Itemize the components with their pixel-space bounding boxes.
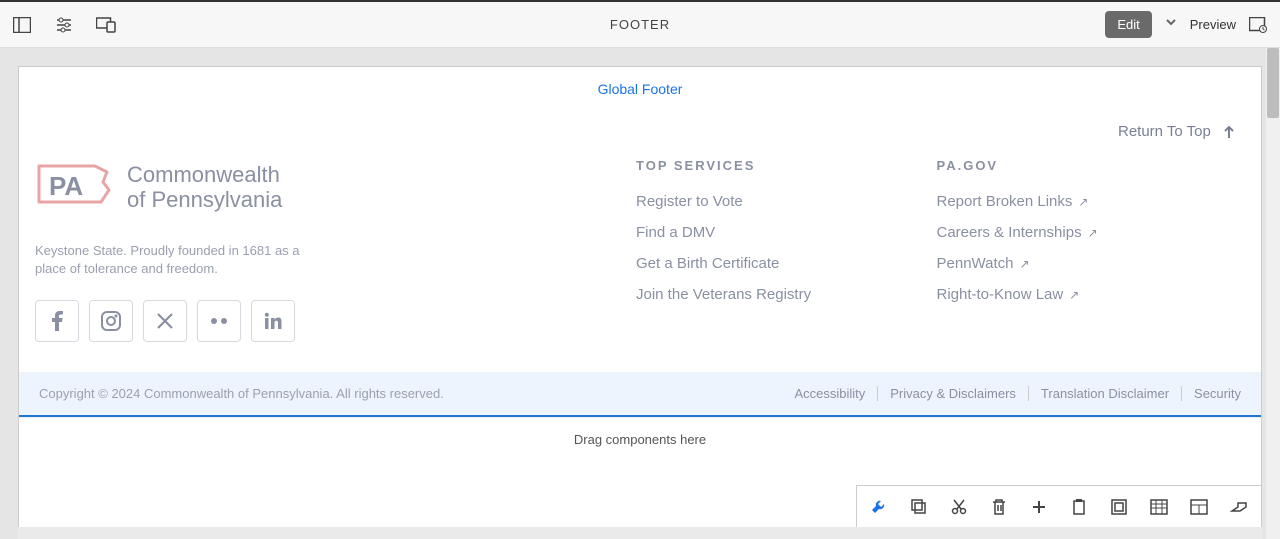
svg-text:PA: PA	[49, 171, 83, 201]
topbar-right: Edit Preview	[1105, 11, 1268, 38]
brand-tagline: Keystone State. Proudly founded in 1681 …	[35, 242, 305, 278]
canvas: Global Footer Return To Top PA Commonwea…	[18, 66, 1262, 539]
scrollbar-thumb[interactable]	[1267, 48, 1279, 118]
pagov-head: PA.GOV	[937, 158, 1238, 173]
link-privacy[interactable]: Privacy & Disclaimers	[877, 386, 1016, 401]
footer-body: PA Commonwealth of Pennsylvania Keystone…	[19, 158, 1261, 372]
brand-title-line2: of Pennsylvania	[127, 187, 282, 212]
return-to-top[interactable]: Return To Top	[19, 123, 1261, 158]
link-rtk-law[interactable]: Right-to-Know Law↗	[937, 286, 1238, 303]
edit-button[interactable]: Edit	[1105, 11, 1151, 38]
link-translation[interactable]: Translation Disclaimer	[1028, 386, 1169, 401]
convert-icon[interactable]	[1221, 492, 1257, 522]
component-toolbar	[856, 485, 1262, 529]
social-links	[35, 300, 636, 342]
page-properties-icon[interactable]	[1248, 15, 1268, 35]
cut-icon[interactable]	[941, 492, 977, 522]
link-careers[interactable]: Careers & Internships↗	[937, 224, 1238, 241]
wrench-icon[interactable]	[861, 492, 897, 522]
brand-title-line1: Commonwealth	[127, 162, 282, 187]
editor-topbar: FOOTER Edit Preview	[0, 0, 1280, 48]
pagov-column: PA.GOV Report Broken Links↗ Careers & In…	[937, 158, 1238, 342]
link-broken-links[interactable]: Report Broken Links↗	[937, 193, 1238, 210]
top-services-head: TOP SERVICES	[636, 158, 937, 173]
return-to-top-label: Return To Top	[1118, 123, 1211, 140]
top-services-column: TOP SERVICES Register to Vote Find a DMV…	[636, 158, 937, 342]
logo-row: PA Commonwealth of Pennsylvania	[35, 158, 636, 216]
external-icon: ↗	[1069, 288, 1079, 302]
paste-icon[interactable]	[1061, 492, 1097, 522]
layout-icon[interactable]	[1181, 492, 1217, 522]
link-register-vote[interactable]: Register to Vote	[636, 193, 937, 210]
page-title: FOOTER	[610, 17, 670, 32]
link-veterans-registry[interactable]: Join the Veterans Registry	[636, 286, 937, 303]
settings-icon[interactable]	[54, 15, 74, 35]
pa-logo-icon: PA	[35, 158, 113, 216]
bottom-links: Accessibility Privacy & Disclaimers Tran…	[782, 386, 1241, 401]
topbar-left	[12, 15, 116, 35]
linkedin-icon[interactable]	[251, 300, 295, 342]
instagram-icon[interactable]	[89, 300, 133, 342]
global-footer-link[interactable]: Global Footer	[19, 67, 1261, 123]
add-icon[interactable]	[1021, 492, 1057, 522]
vertical-scrollbar[interactable]	[1266, 48, 1280, 539]
sidepanel-icon[interactable]	[12, 15, 32, 35]
footer-bottom-bar: Copyright © 2024 Commonwealth of Pennsyl…	[19, 372, 1261, 417]
canvas-wrap: Global Footer Return To Top PA Commonwea…	[0, 48, 1280, 539]
preview-button[interactable]: Preview	[1190, 17, 1236, 32]
devices-icon[interactable]	[96, 15, 116, 35]
copy-icon[interactable]	[901, 492, 937, 522]
chevron-down-icon[interactable]	[1164, 15, 1178, 34]
arrow-up-icon	[1221, 124, 1237, 140]
external-icon: ↗	[1078, 195, 1088, 209]
brand-title: Commonwealth of Pennsylvania	[127, 162, 282, 213]
delete-icon[interactable]	[981, 492, 1017, 522]
horizontal-scrollbar[interactable]	[18, 527, 1262, 539]
facebook-icon[interactable]	[35, 300, 79, 342]
parsys-icon[interactable]	[1141, 492, 1177, 522]
link-birth-certificate[interactable]: Get a Birth Certificate	[636, 255, 937, 272]
link-accessibility[interactable]: Accessibility	[782, 386, 865, 401]
link-security[interactable]: Security	[1181, 386, 1241, 401]
link-find-dmv[interactable]: Find a DMV	[636, 224, 937, 241]
brand-column: PA Commonwealth of Pennsylvania Keystone…	[35, 158, 636, 342]
copyright-text: Copyright © 2024 Commonwealth of Pennsyl…	[39, 386, 444, 401]
flickr-icon[interactable]	[197, 300, 241, 342]
group-icon[interactable]	[1101, 492, 1137, 522]
external-icon: ↗	[1020, 257, 1030, 271]
drag-components-zone[interactable]: Drag components here	[19, 417, 1261, 461]
external-icon: ↗	[1088, 226, 1098, 240]
x-twitter-icon[interactable]	[143, 300, 187, 342]
link-pennwatch[interactable]: PennWatch↗	[937, 255, 1238, 272]
